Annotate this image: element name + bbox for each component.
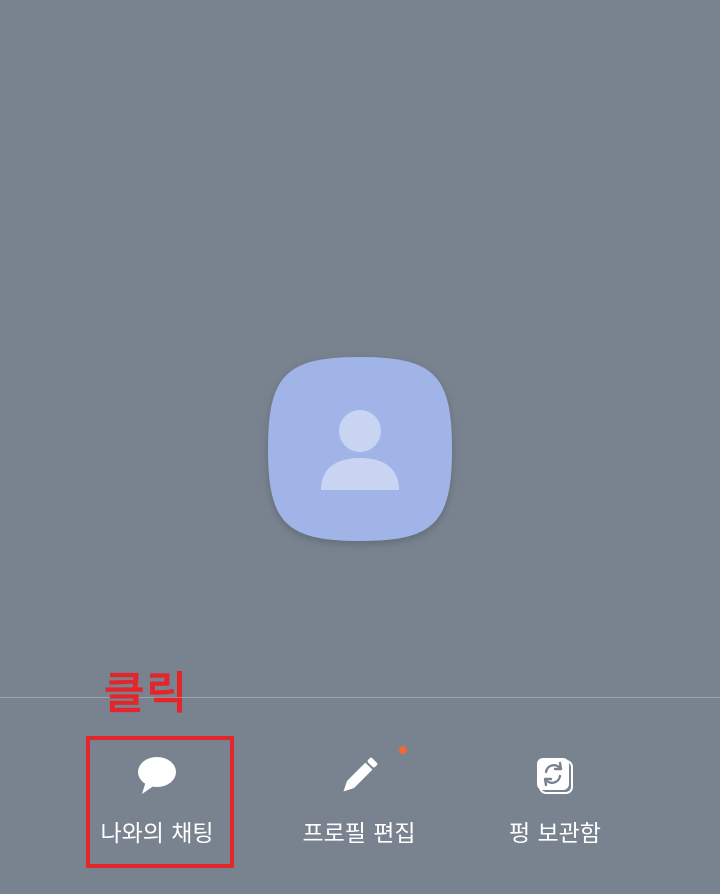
- edit-profile-label: 프로필 편집: [302, 821, 416, 847]
- profile-actions: 나와의 채팅 프로필 편집 펑 보관함: [0, 700, 720, 894]
- person-icon: [268, 357, 452, 541]
- new-badge: [399, 746, 407, 754]
- pencil-icon: [333, 750, 385, 802]
- my-chat-button[interactable]: 나와의 채팅: [57, 740, 257, 870]
- profile-avatar[interactable]: [266, 355, 454, 543]
- my-chat-label: 나와의 채팅: [100, 821, 214, 847]
- chat-bubble-icon: [131, 750, 183, 802]
- edit-profile-button[interactable]: 프로필 편집: [259, 740, 459, 870]
- pung-archive-label: 펑 보관함: [509, 821, 601, 847]
- archive-refresh-icon: [529, 750, 581, 802]
- pung-archive-button[interactable]: 펑 보관함: [455, 740, 655, 870]
